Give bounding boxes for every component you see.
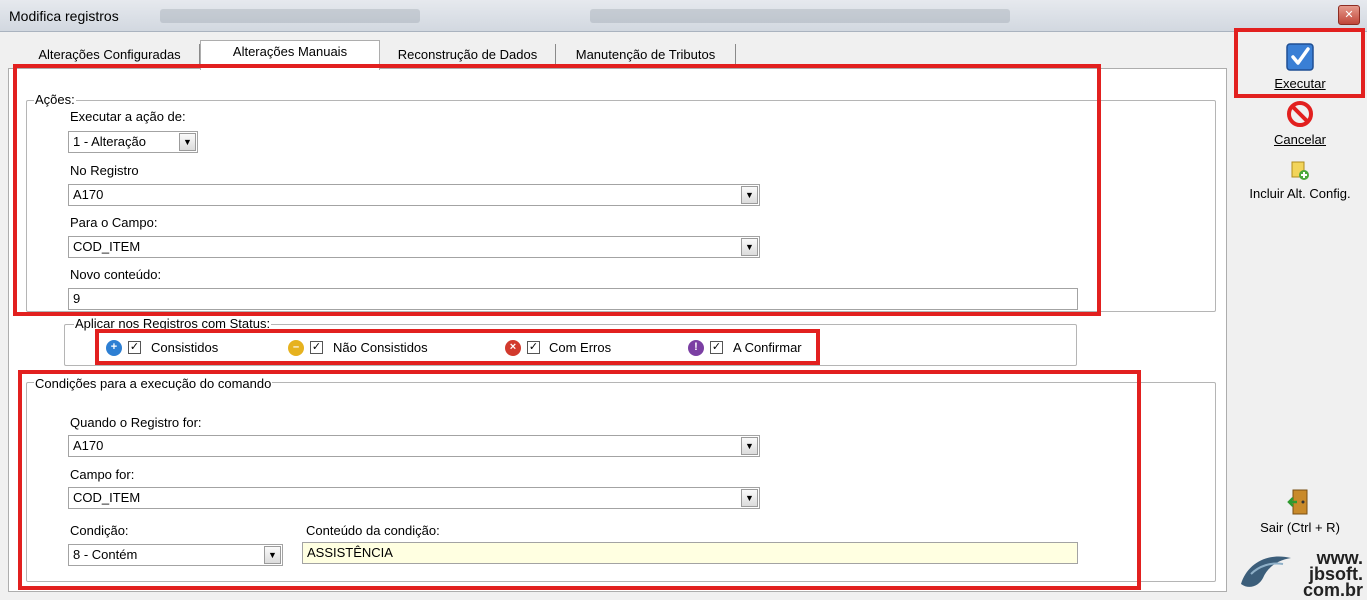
jbsoft-logo-icon [1241,556,1291,587]
highlight-acoes [13,64,1101,316]
cancelar-button[interactable]: Cancelar [1233,100,1367,147]
jbsoft-logo-text: www. jbsoft. com.br [1302,548,1363,600]
close-button[interactable]: ✕ [1338,5,1360,25]
action-toolbar: Executar Cancelar Incluir Alt. Config. S… [1233,32,1367,599]
add-document-icon [1291,161,1309,180]
cancelar-label: Cancelar [1273,132,1327,147]
exit-door-icon [1287,489,1308,515]
incluir-label: Incluir Alt. Config. [1249,186,1351,201]
highlight-condicoes [18,370,1141,590]
sair-button[interactable]: Sair (Ctrl + R) [1233,488,1367,535]
incluir-alt-config-button[interactable]: Incluir Alt. Config. [1233,160,1367,201]
highlight-status [95,329,820,365]
sair-label: Sair (Ctrl + R) [1260,520,1340,535]
blurred-title-region [160,9,420,23]
blurred-title-region [590,9,1010,23]
cancel-icon [1287,101,1313,127]
window-title: Modifica registros [9,8,119,24]
title-bar: Modifica registros ✕ [0,0,1367,32]
close-icon: ✕ [1344,9,1354,21]
highlight-executar [1234,28,1365,98]
